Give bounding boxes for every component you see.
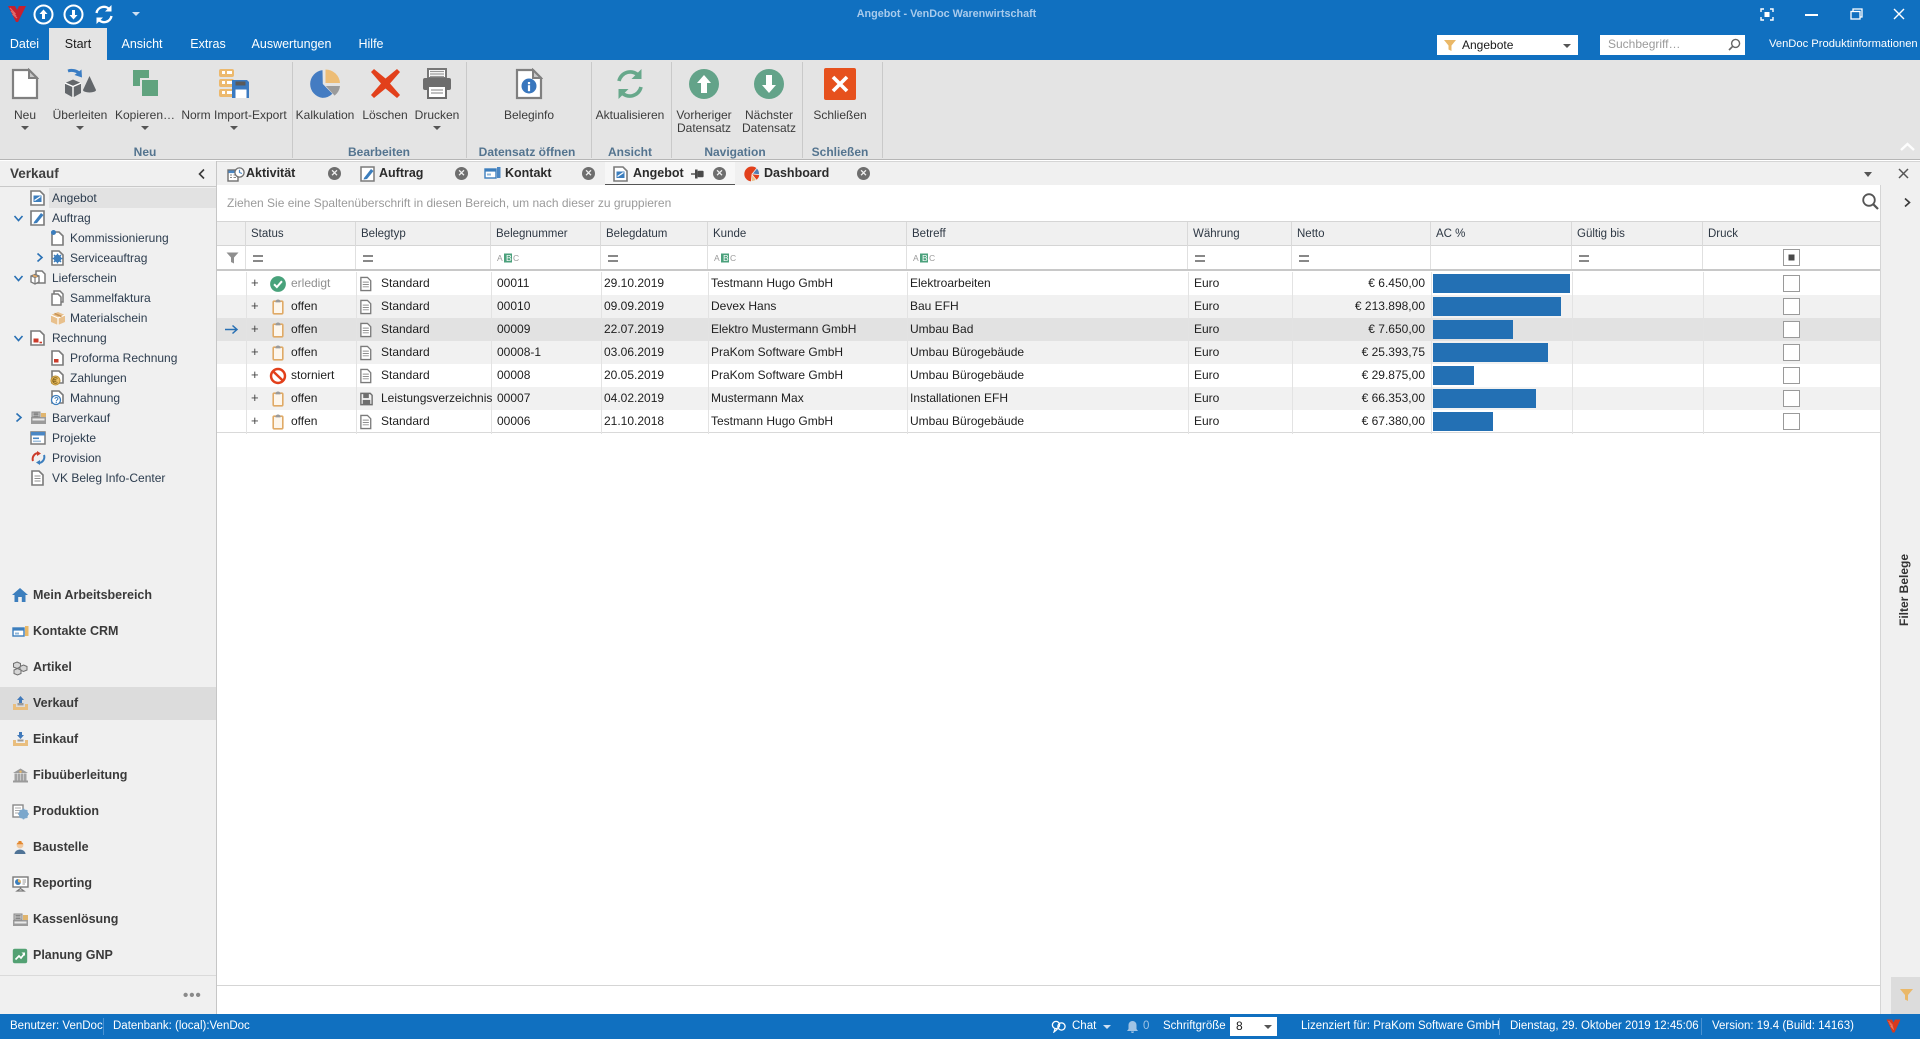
svg-text:A: A: [714, 253, 720, 263]
svg-text:B: B: [723, 253, 729, 263]
svg-text:C: C: [730, 253, 736, 263]
svg-text:C: C: [929, 253, 935, 263]
svg-text:C: C: [513, 253, 519, 263]
svg-text:A: A: [913, 253, 919, 263]
svg-text:A: A: [497, 253, 503, 263]
svg-text:B: B: [506, 253, 512, 263]
svg-text:B: B: [922, 253, 928, 263]
